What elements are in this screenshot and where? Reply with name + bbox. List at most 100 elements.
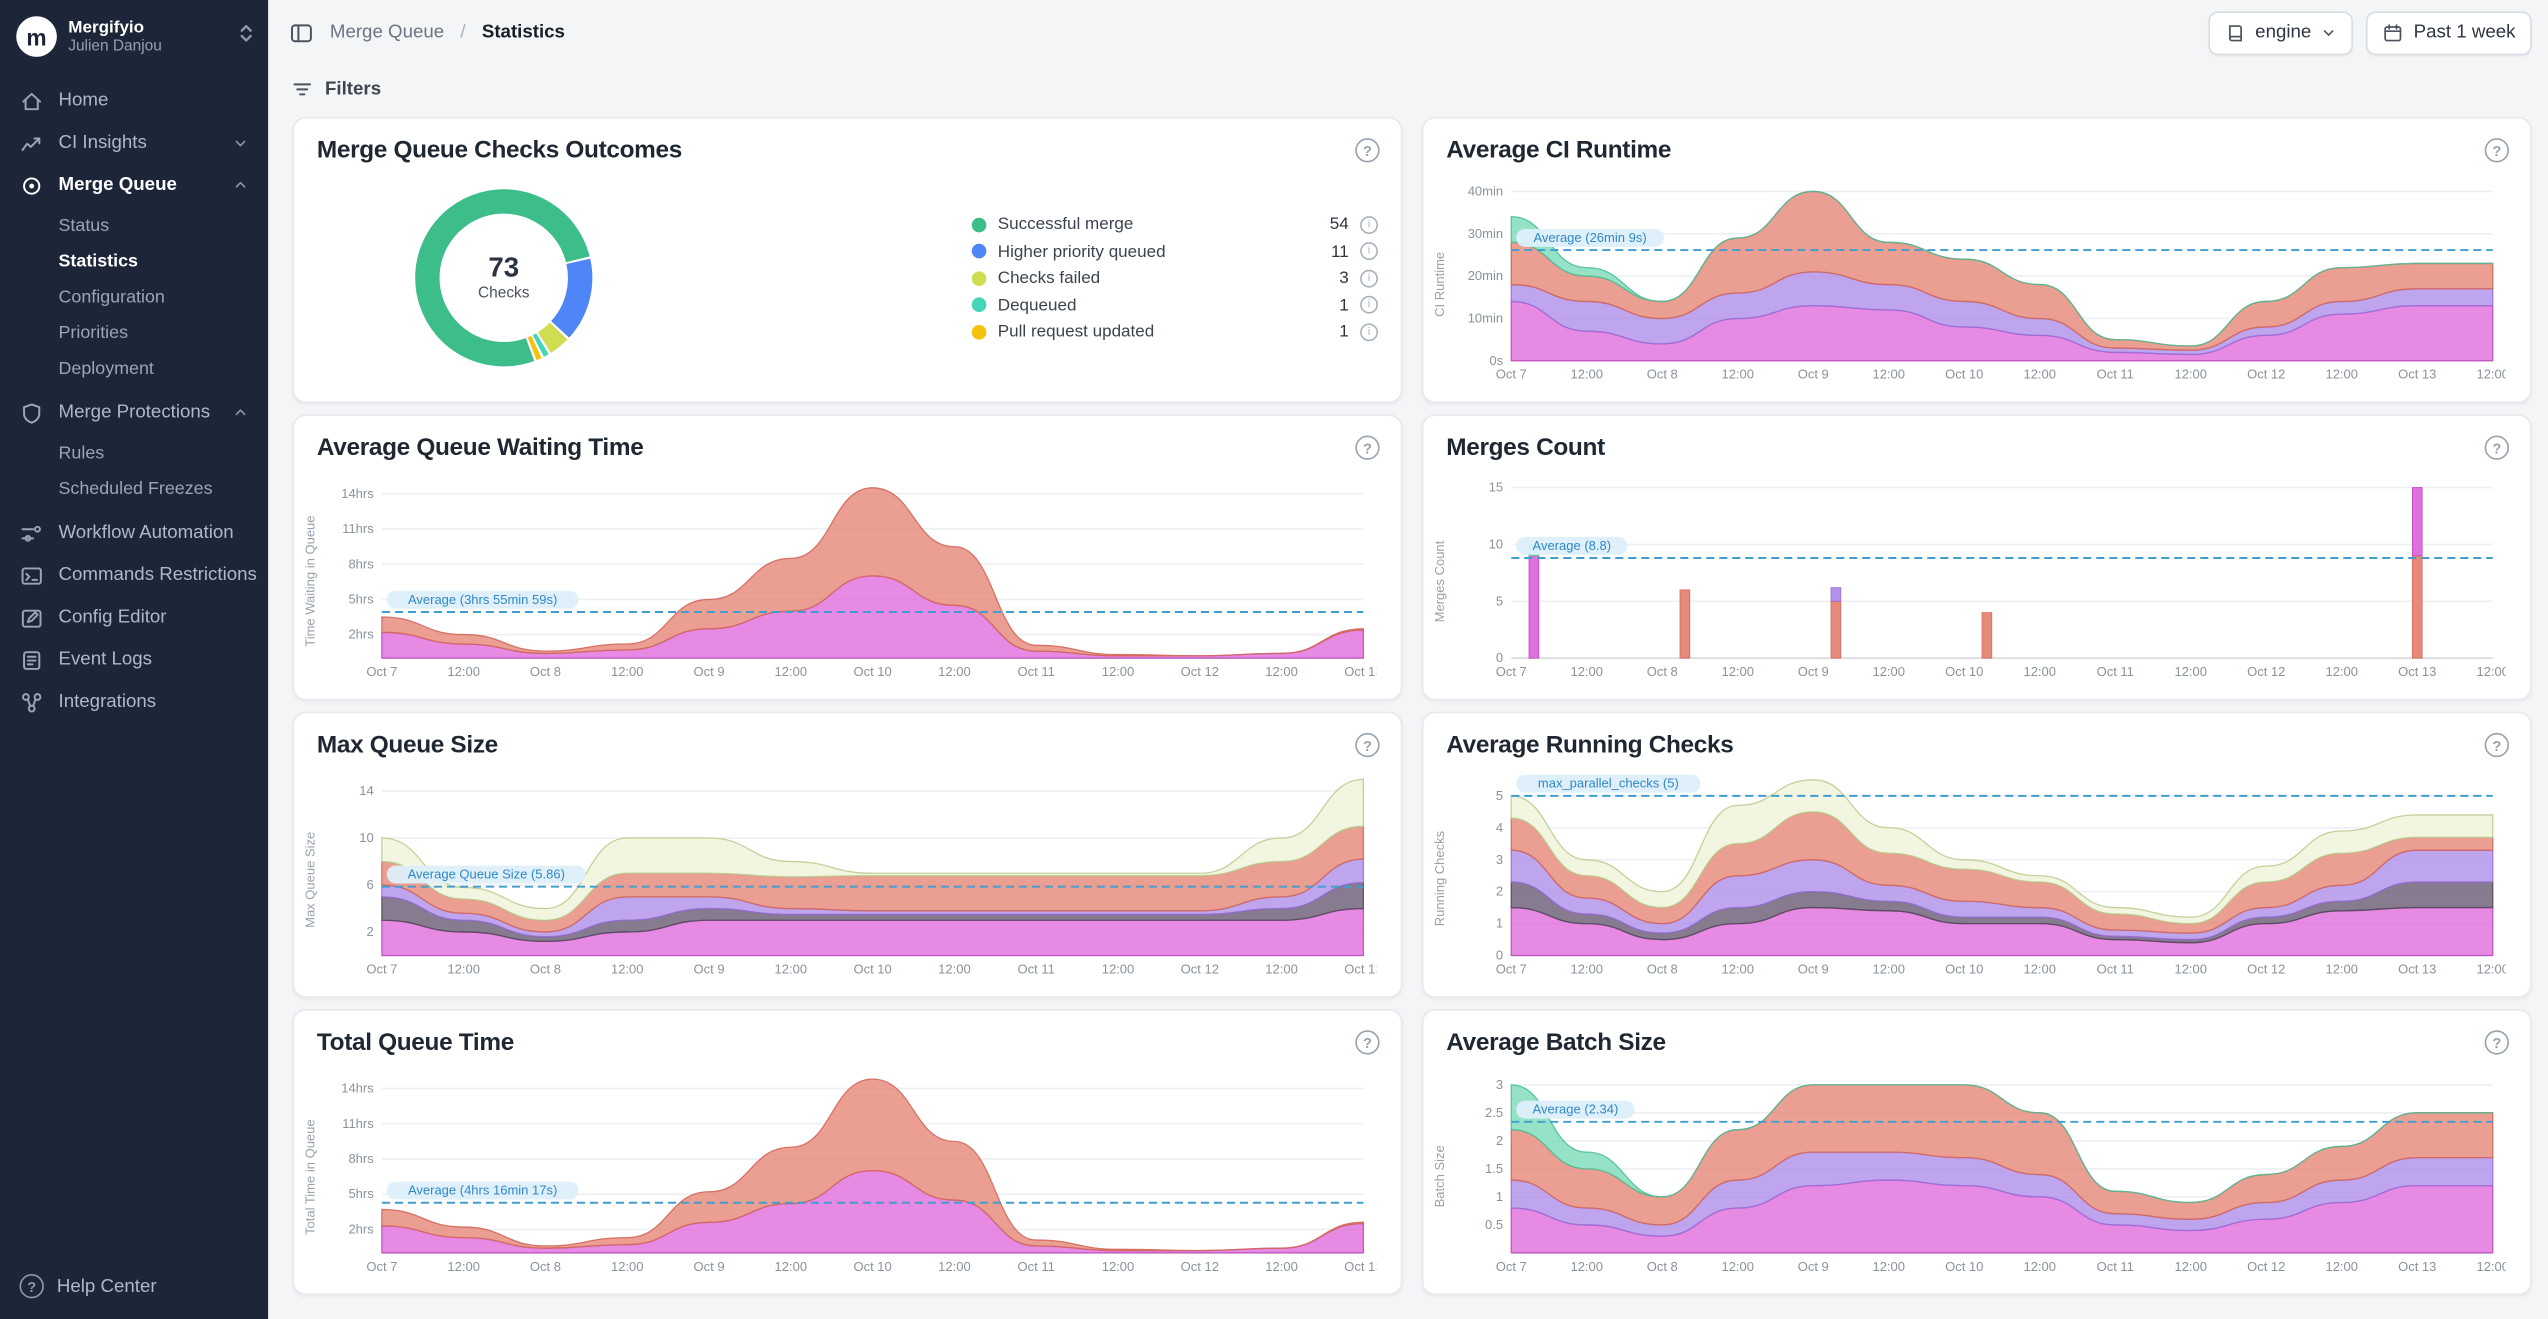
svg-text:10: 10 (359, 830, 373, 845)
svg-text:1: 1 (1496, 916, 1503, 931)
repository-select[interactable]: engine (2208, 11, 2354, 55)
filters-button[interactable]: Filters (268, 65, 2548, 114)
svg-text:Oct 13: Oct 13 (2398, 664, 2436, 679)
sidebar-item-workflow-automation[interactable]: Workflow Automation (0, 512, 268, 554)
svg-text:12:00: 12:00 (2023, 1259, 2056, 1274)
repository-icon (2224, 22, 2245, 43)
sidebar-item-label: Config Editor (59, 608, 167, 628)
sidebar-item-configuration[interactable]: Configuration (0, 280, 268, 316)
help-center-button[interactable]: ? Help Center (0, 1253, 268, 1319)
sidebar: m Mergifyio Julien Danjou HomeCI Insight… (0, 0, 268, 1319)
breadcrumb-parent[interactable]: Merge Queue (330, 23, 444, 43)
svg-text:Oct 9: Oct 9 (1798, 961, 1829, 976)
svg-text:2hrs: 2hrs (348, 1221, 374, 1236)
svg-text:8hrs: 8hrs (348, 556, 374, 571)
svg-text:12:00: 12:00 (1872, 367, 1905, 382)
help-circle-icon[interactable]: ? (1355, 1030, 1379, 1054)
sidebar-item-merge-protections[interactable]: Merge Protections (0, 392, 268, 434)
workflow-icon (20, 521, 44, 545)
legend-label: Higher priority queued (998, 241, 1166, 261)
insights-icon (20, 131, 44, 155)
svg-text:Oct 11: Oct 11 (1018, 961, 1055, 976)
info-icon[interactable]: i (1360, 242, 1378, 260)
svg-text:Oct 8: Oct 8 (530, 664, 561, 679)
app-window: m Mergifyio Julien Danjou HomeCI Insight… (0, 0, 2548, 1319)
legend-dot (972, 271, 987, 286)
card-average-ci-runtime: Average CI Runtime ? CI Runtime 0s10min2… (1422, 117, 2532, 403)
sidebar-item-deployment[interactable]: Deployment (0, 351, 268, 387)
commands-icon (20, 563, 44, 587)
svg-text:Oct 9: Oct 9 (694, 961, 725, 976)
sidebar-item-rules[interactable]: Rules (0, 436, 268, 472)
help-circle-icon[interactable]: ? (2485, 138, 2509, 162)
help-center-label: Help Center (57, 1276, 157, 1296)
svg-text:Oct 7: Oct 7 (1496, 1259, 1527, 1274)
legend-dot (972, 217, 987, 232)
legend-item: Pull request updated1i (972, 318, 1378, 345)
svg-text:0.5: 0.5 (1485, 1217, 1503, 1232)
breadcrumb-current: Statistics (482, 23, 565, 43)
svg-text:12:00: 12:00 (1721, 367, 1754, 382)
card-merge-queue-checks-outcomes: Merge Queue Checks Outcomes ? 73Checks S… (293, 117, 1403, 403)
svg-text:12:00: 12:00 (447, 961, 480, 976)
svg-text:12:00: 12:00 (1721, 961, 1754, 976)
svg-text:Oct 10: Oct 10 (1945, 367, 1983, 382)
svg-text:Oct 7: Oct 7 (1496, 367, 1527, 382)
legend-item: Checks failed3i (972, 264, 1378, 291)
sidebar-sublist-merge-queue: StatusStatisticsConfigurationPrioritiesD… (0, 206, 268, 391)
help-circle-icon[interactable]: ? (1355, 733, 1379, 757)
sidebar-item-home[interactable]: Home (0, 80, 268, 122)
svg-text:3: 3 (1496, 852, 1503, 867)
svg-text:10: 10 (1489, 536, 1503, 551)
legend-label: Dequeued (998, 295, 1077, 315)
y-axis-label: Total Time in Queue (301, 1060, 321, 1294)
help-circle-icon[interactable]: ? (2485, 436, 2509, 460)
help-circle-icon[interactable]: ? (1355, 436, 1379, 460)
sidebar-item-config-editor[interactable]: Config Editor (0, 596, 268, 638)
home-icon (20, 89, 44, 113)
info-icon[interactable]: i (1360, 323, 1378, 341)
info-icon[interactable]: i (1360, 215, 1378, 233)
sidebar-item-status[interactable]: Status (0, 208, 268, 244)
svg-text:73: 73 (488, 251, 519, 282)
sidebar-item-ci-insights[interactable]: CI Insights (0, 122, 268, 164)
card-title: Average Batch Size (1446, 1029, 1666, 1057)
svg-text:Oct 12: Oct 12 (2247, 961, 2285, 976)
svg-text:Oct 13: Oct 13 (1344, 664, 1376, 679)
sidebar-item-integrations[interactable]: Integrations (0, 681, 268, 723)
info-icon[interactable]: i (1360, 296, 1378, 314)
card-title: Merge Queue Checks Outcomes (317, 137, 682, 165)
sidebar-item-label: Merge Queue (59, 176, 177, 196)
sidebar-nav: HomeCI Insights Merge Queue StatusStatisti… (0, 73, 268, 1253)
sidebar-item-label: Event Logs (59, 650, 153, 670)
svg-text:20min: 20min (1468, 268, 1503, 283)
sidebar-toggle-icon[interactable] (289, 20, 313, 44)
y-axis-label: Max Queue Size (301, 762, 321, 996)
checks-outcomes-legend: Successful merge54i Higher priority queu… (972, 211, 1378, 345)
legend-item: Successful merge54i (972, 211, 1378, 238)
help-circle-icon[interactable]: ? (2485, 1030, 2509, 1054)
sidebar-item-statistics[interactable]: Statistics (0, 244, 268, 280)
card-average-queue-waiting-time: Average Queue Waiting Time ? Time Waitin… (293, 414, 1403, 700)
sidebar-item-event-logs[interactable]: Event Logs (0, 639, 268, 681)
sidebar-item-commands-restrictions[interactable]: Commands Restrictions (0, 554, 268, 596)
sidebar-item-merge-queue[interactable]: Merge Queue (0, 164, 268, 206)
svg-text:Oct 7: Oct 7 (366, 961, 397, 976)
chevron-down-icon (2321, 24, 2337, 40)
svg-text:4: 4 (1496, 820, 1503, 835)
shield-icon (20, 401, 44, 425)
info-icon[interactable]: i (1360, 269, 1378, 287)
sidebar-item-priorities[interactable]: Priorities (0, 315, 268, 351)
help-circle-icon[interactable]: ? (2485, 733, 2509, 757)
svg-text:12:00: 12:00 (1872, 961, 1905, 976)
svg-text:12:00: 12:00 (1721, 1259, 1754, 1274)
svg-text:12:00: 12:00 (2476, 664, 2505, 679)
help-circle-icon[interactable]: ? (1355, 138, 1379, 162)
svg-text:Oct 10: Oct 10 (1945, 961, 1983, 976)
sidebar-item-scheduled-freezes[interactable]: Scheduled Freezes (0, 471, 268, 507)
legend-dot (972, 244, 987, 259)
time-range-button[interactable]: Past 1 week (2367, 11, 2532, 55)
merges-count-chart: 051015Oct 712:00Oct 812:00Oct 912:00Oct … (1450, 465, 2506, 683)
svg-text:11hrs: 11hrs (342, 1116, 374, 1131)
org-switcher[interactable]: m Mergifyio Julien Danjou (0, 0, 268, 73)
